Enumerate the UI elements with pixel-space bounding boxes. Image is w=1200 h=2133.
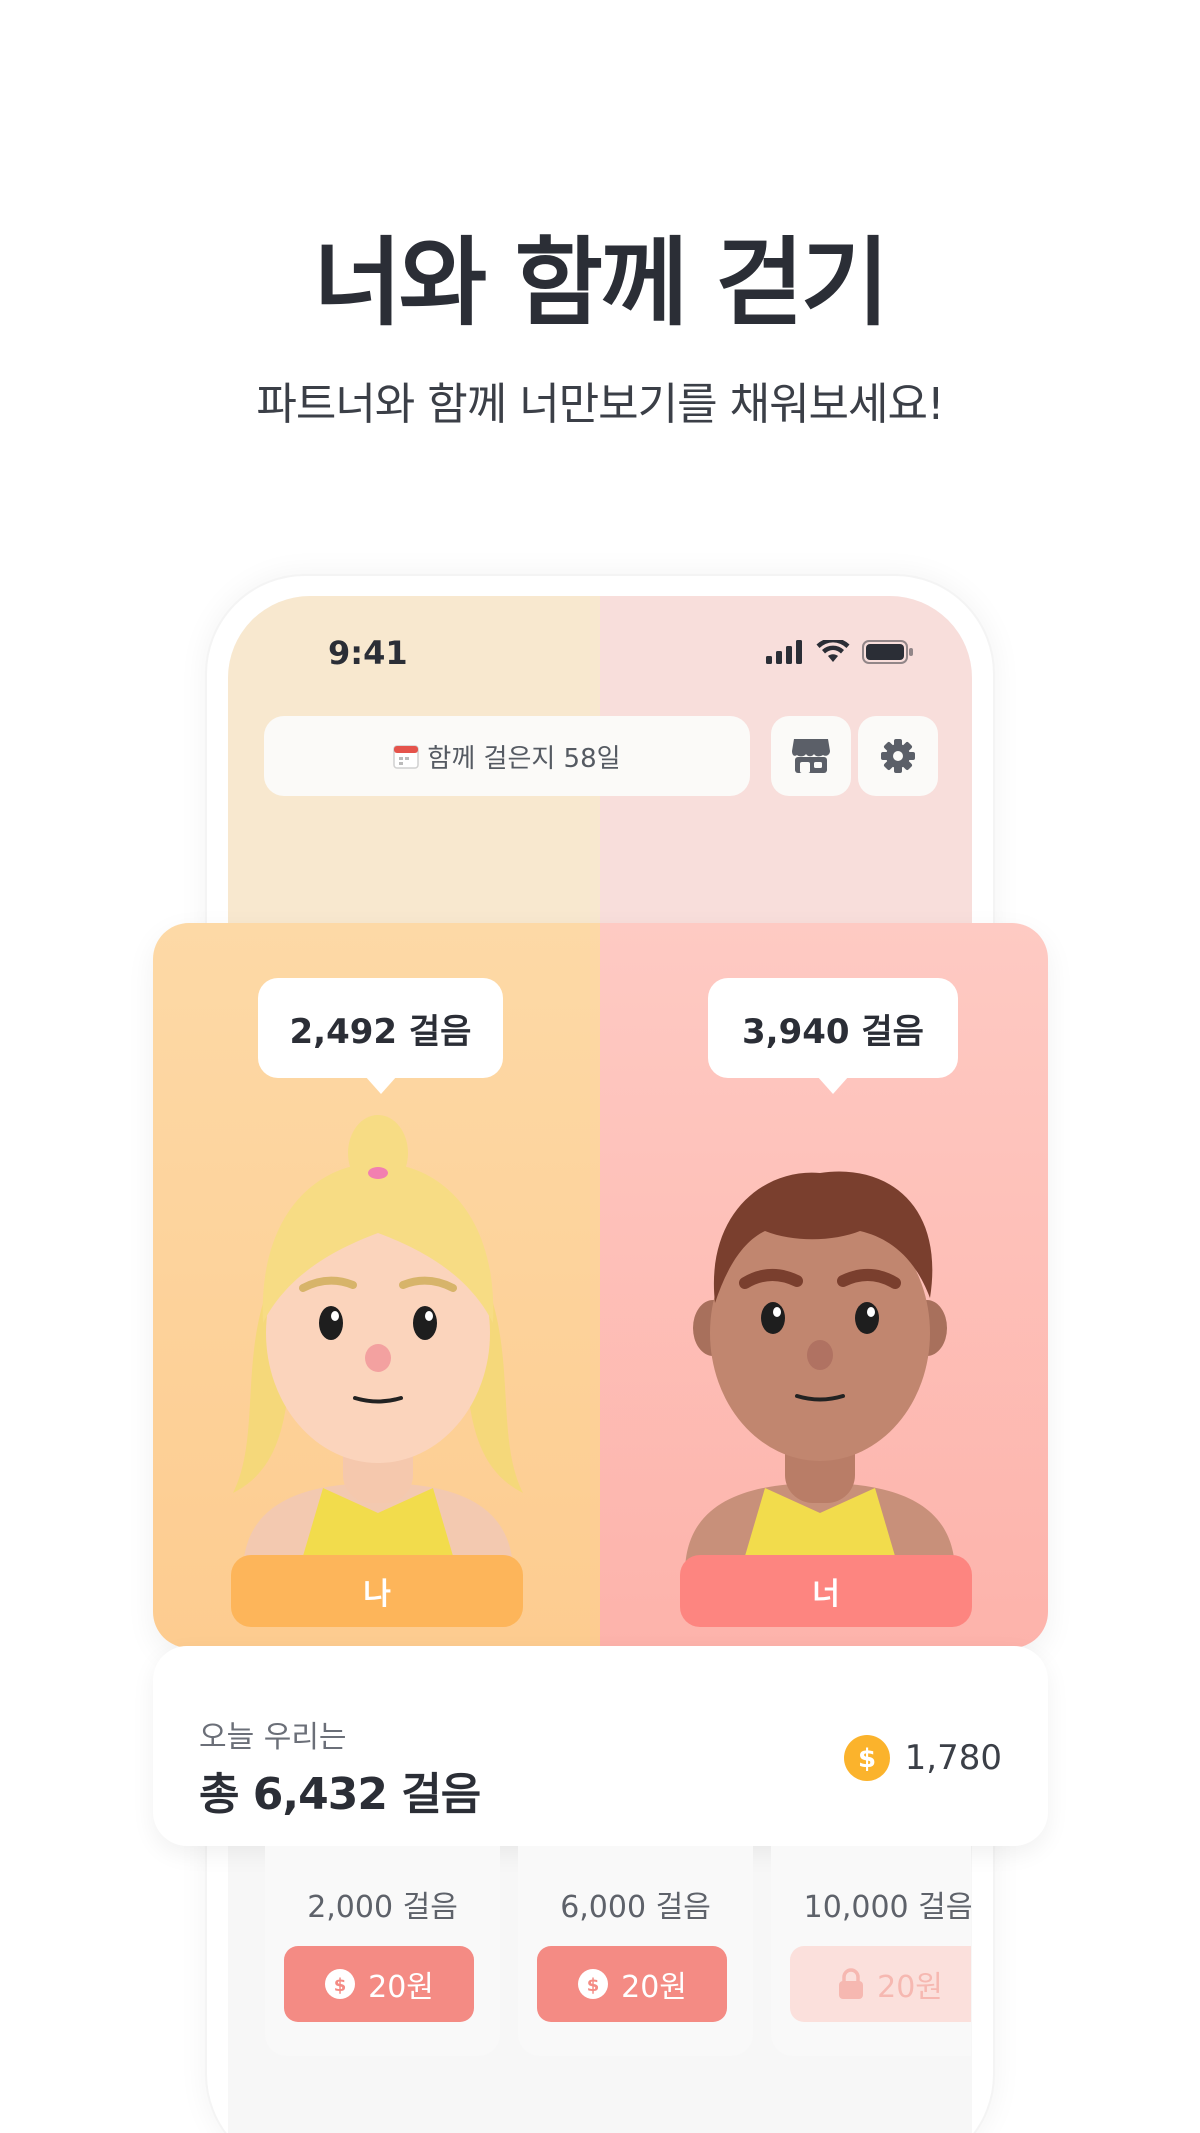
svg-text:$: $	[334, 1975, 347, 1996]
store-icon	[792, 739, 830, 773]
reward-locked-button[interactable]: 20원	[790, 1946, 971, 2022]
signal-icon	[766, 640, 802, 664]
reward-goal: 6,000 걸음	[560, 1890, 711, 1925]
reward-goal: 10,000 걸음	[803, 1890, 971, 1925]
reward-amount: 20원	[621, 1970, 687, 2005]
partner-steps-bubble: 3,940 걸음	[708, 978, 958, 1094]
panel-you[interactable]: 3,940 걸음 너	[600, 923, 1048, 1648]
my-avatar	[233, 1115, 523, 1573]
reward-claim-button[interactable]: $ 20원	[537, 1946, 727, 2022]
settings-button[interactable]	[858, 716, 938, 796]
svg-text:$: $	[858, 1744, 876, 1774]
lock-icon	[839, 1968, 864, 1999]
coin-icon: $	[578, 1969, 609, 1999]
svg-text:$: $	[587, 1975, 600, 1996]
days-together-pill[interactable]: 함께 걸은지 58일	[264, 716, 750, 796]
hero-title: 너와 함께 걷기	[313, 227, 890, 339]
calendar-icon	[393, 745, 420, 769]
my-name-tag: 나	[231, 1555, 523, 1627]
partners-card: 2,492 걸음 나 3,940 걸음 너	[153, 923, 1048, 1648]
days-together-label: 함께 걸은지 58일	[427, 743, 621, 774]
reward-list: 2,000 걸음 $ 20원 6,000 걸음 $ 20원 10,000 걸음 …	[265, 1846, 971, 2056]
reward-item: 6,000 걸음 $ 20원	[518, 1846, 753, 2056]
coin-balance[interactable]: $ 1,780	[843, 1734, 1002, 1782]
partner-avatar	[685, 1171, 955, 1573]
reward-item: 10,000 걸음 20원	[771, 1846, 971, 2056]
reward-amount: 20원	[877, 1970, 943, 2005]
reward-claim-button[interactable]: $ 20원	[284, 1946, 474, 2022]
today-total-steps: 총 6,432 걸음	[199, 1769, 481, 1820]
partner-name-tag: 너	[680, 1555, 972, 1627]
status-time: 9:41	[328, 634, 408, 672]
battery-icon	[862, 640, 913, 664]
reward-goal: 2,000 걸음	[307, 1890, 458, 1925]
hero-subtitle: 파트너와 함께 너만보기를 채워보세요!	[256, 379, 944, 430]
coin-icon: $	[325, 1969, 356, 1999]
wifi-icon	[816, 640, 850, 662]
reward-item: 2,000 걸음 $ 20원	[265, 1846, 500, 2056]
reward-amount: 20원	[368, 1970, 434, 2005]
coin-icon: $	[843, 1735, 890, 1781]
coin-amount: 1,780	[904, 1738, 1002, 1778]
my-steps-bubble: 2,492 걸음	[258, 978, 503, 1094]
store-button[interactable]	[771, 716, 851, 796]
gear-icon	[881, 739, 915, 773]
panel-me[interactable]: 2,492 걸음 나	[153, 923, 600, 1648]
status-icons	[766, 640, 914, 664]
today-summary: 오늘 우리는 총 6,432 걸음 $ 1,780	[153, 1646, 1048, 1846]
today-label: 오늘 우리는	[199, 1720, 347, 1755]
